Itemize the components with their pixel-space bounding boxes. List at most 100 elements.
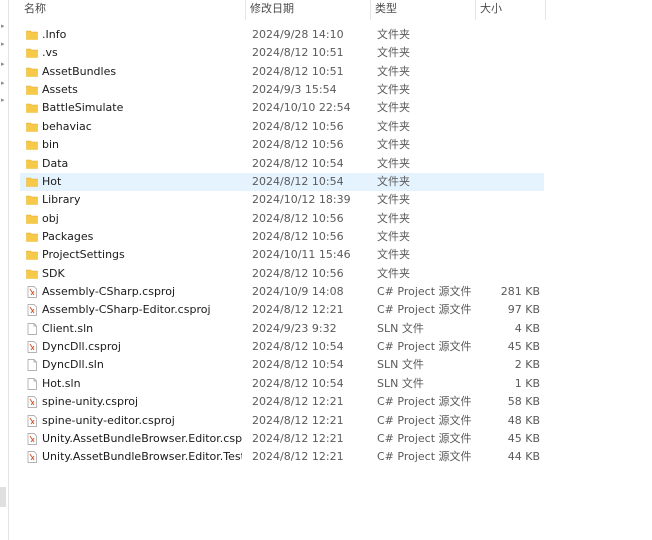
file-type: 文件夹 — [377, 83, 410, 97]
file-name: Hot — [42, 174, 62, 188]
folder-icon — [26, 139, 38, 151]
chevron-right-icon[interactable]: ▸ — [1, 60, 7, 68]
file-date: 2024/8/12 10:54 — [252, 376, 344, 390]
file-row[interactable]: spine-unity.csproj 2024/8/12 12:21 C# Proj… — [20, 393, 544, 411]
file-date: 2024/8/12 10:51 — [252, 64, 344, 78]
file-size: 44 KB — [507, 450, 540, 464]
file-name: DyncDll.csproj — [42, 340, 121, 354]
file-date: 2024/10/10 22:54 — [252, 101, 351, 115]
file-row[interactable]: Packages 2024/8/12 10:56 文件夹 — [20, 228, 544, 246]
column-header-date[interactable]: 修改日期 — [246, 0, 371, 20]
file-row[interactable]: Assembly-CSharp.csproj 2024/10/9 14:08 C# … — [20, 283, 544, 301]
file-row[interactable]: ProjectSettings 2024/10/11 15:46 文件夹 — [20, 246, 544, 264]
file-date: 2024/8/12 10:56 — [252, 211, 344, 225]
file-type: 文件夹 — [377, 266, 410, 280]
folder-icon — [26, 84, 38, 96]
file-type: 文件夹 — [377, 119, 410, 133]
file-date: 2024/8/12 12:21 — [252, 413, 344, 427]
file-size: 58 KB — [507, 395, 540, 409]
file-row[interactable]: Hot.sln 2024/8/12 10:54 SLN 文件 1 KB — [20, 375, 544, 393]
file-row[interactable]: Unity.AssetBundleBrowser.Editor.cspr... 2… — [20, 430, 544, 448]
folder-icon — [26, 194, 38, 206]
file-date: 2024/8/12 12:21 — [252, 303, 344, 317]
file-type: C# Project 源文件 — [377, 285, 472, 299]
file-row[interactable]: Client.sln 2024/9/23 9:32 SLN 文件 4 KB — [20, 320, 544, 338]
file-type: 文件夹 — [377, 64, 410, 78]
file-row[interactable]: DyncDll.csproj 2024/8/12 10:54 C# Project … — [20, 338, 544, 356]
file-type: SLN 文件 — [377, 376, 424, 390]
file-row[interactable]: spine-unity-editor.csproj 2024/8/12 12:21… — [20, 412, 544, 430]
column-header-size[interactable]: 大小 — [476, 0, 546, 20]
file-name: spine-unity-editor.csproj — [42, 413, 175, 427]
file-type: 文件夹 — [377, 138, 410, 152]
file-type: 文件夹 — [377, 211, 410, 225]
file-type: 文件夹 — [377, 229, 410, 243]
file-row[interactable]: bin 2024/8/12 10:56 文件夹 — [20, 136, 544, 154]
file-row[interactable]: Assembly-CSharp-Editor.csproj 2024/8/12 1… — [20, 301, 544, 319]
file-type: SLN 文件 — [377, 321, 424, 335]
file-name: .Info — [42, 28, 67, 41]
file-row[interactable]: .Info 2024/9/28 14:10 文件夹 — [20, 26, 544, 44]
file-type: 文件夹 — [377, 101, 410, 115]
column-header-name[interactable]: 名称 — [10, 0, 246, 20]
file-type: C# Project 源文件 — [377, 340, 472, 354]
file-row[interactable]: Library 2024/10/12 18:39 文件夹 — [20, 191, 544, 209]
file-date: 2024/8/12 10:56 — [252, 119, 344, 133]
chevron-right-icon[interactable]: ▸ — [1, 22, 7, 30]
folder-icon — [26, 121, 38, 133]
file-row[interactable]: behaviac 2024/8/12 10:56 文件夹 — [20, 118, 544, 136]
folder-icon — [26, 268, 38, 280]
file-row[interactable]: AssetBundles 2024/8/12 10:51 文件夹 — [20, 63, 544, 81]
column-header-type[interactable]: 类型 — [371, 0, 476, 20]
csproj-file-icon — [26, 451, 38, 464]
file-row[interactable]: Unity.AssetBundleBrowser.Editor.Test... 2… — [20, 448, 544, 466]
file-row[interactable]: obj 2024/8/12 10:56 文件夹 — [20, 210, 544, 228]
folder-icon — [26, 158, 38, 170]
file-type: C# Project 源文件 — [377, 450, 472, 464]
chevron-right-icon[interactable]: ▸ — [1, 40, 7, 48]
csproj-file-icon — [26, 396, 38, 409]
file-size: 45 KB — [507, 431, 540, 445]
file-row[interactable]: BattleSimulate 2024/10/10 22:54 文件夹 — [20, 99, 544, 117]
file-date: 2024/9/3 15:54 — [252, 83, 337, 97]
file-date: 2024/8/12 10:56 — [252, 266, 344, 280]
navigation-pane: ▸ ▸ ▸ ▸ ▸ — [0, 0, 9, 540]
file-row[interactable]: Hot 2024/8/12 10:54 文件夹 — [20, 172, 544, 192]
file-name: Assets — [42, 83, 78, 97]
file-type: C# Project 源文件 — [377, 413, 472, 427]
folder-icon — [26, 176, 38, 188]
file-date: 2024/8/12 12:21 — [252, 450, 344, 464]
file-type: 文件夹 — [377, 156, 410, 170]
scrollbar-thumb[interactable] — [0, 487, 6, 507]
file-name: ProjectSettings — [42, 248, 125, 262]
file-name: DyncDll.sln — [42, 358, 104, 372]
file-name: Unity.AssetBundleBrowser.Editor.cspr... — [42, 431, 242, 445]
folder-icon — [26, 249, 38, 261]
file-name: bin — [42, 138, 60, 152]
file-name: Library — [42, 193, 81, 207]
file-name: SDK — [42, 266, 65, 280]
file-name: Assembly-CSharp-Editor.csproj — [42, 303, 211, 317]
file-type: 文件夹 — [377, 46, 410, 60]
file-date: 2024/8/12 12:21 — [252, 395, 344, 409]
file-type: C# Project 源文件 — [377, 395, 472, 409]
chevron-right-icon[interactable]: ▸ — [1, 96, 7, 104]
file-date: 2024/10/9 14:08 — [252, 285, 344, 299]
file-row[interactable]: SDK 2024/8/12 10:56 文件夹 — [20, 265, 544, 283]
file-date: 2024/9/23 9:32 — [252, 321, 337, 335]
file-size: 97 KB — [507, 303, 540, 317]
file-row[interactable]: Assets 2024/9/3 15:54 文件夹 — [20, 81, 544, 99]
file-date: 2024/9/28 14:10 — [252, 28, 344, 41]
file-row[interactable]: .vs 2024/8/12 10:51 文件夹 — [20, 44, 544, 62]
file-name: AssetBundles — [42, 64, 117, 78]
chevron-right-icon[interactable]: ▸ — [1, 79, 7, 87]
file-row[interactable]: DyncDll.sln 2024/8/12 10:54 SLN 文件 2 KB — [20, 356, 544, 374]
sln-file-icon — [26, 322, 38, 335]
file-date: 2024/8/12 10:56 — [252, 229, 344, 243]
file-name: Packages — [42, 229, 94, 243]
folder-icon — [26, 102, 38, 114]
folder-icon — [26, 231, 38, 243]
file-type: 文件夹 — [377, 248, 410, 262]
sln-file-icon — [26, 359, 38, 372]
file-row[interactable]: Data 2024/8/12 10:54 文件夹 — [20, 155, 544, 173]
